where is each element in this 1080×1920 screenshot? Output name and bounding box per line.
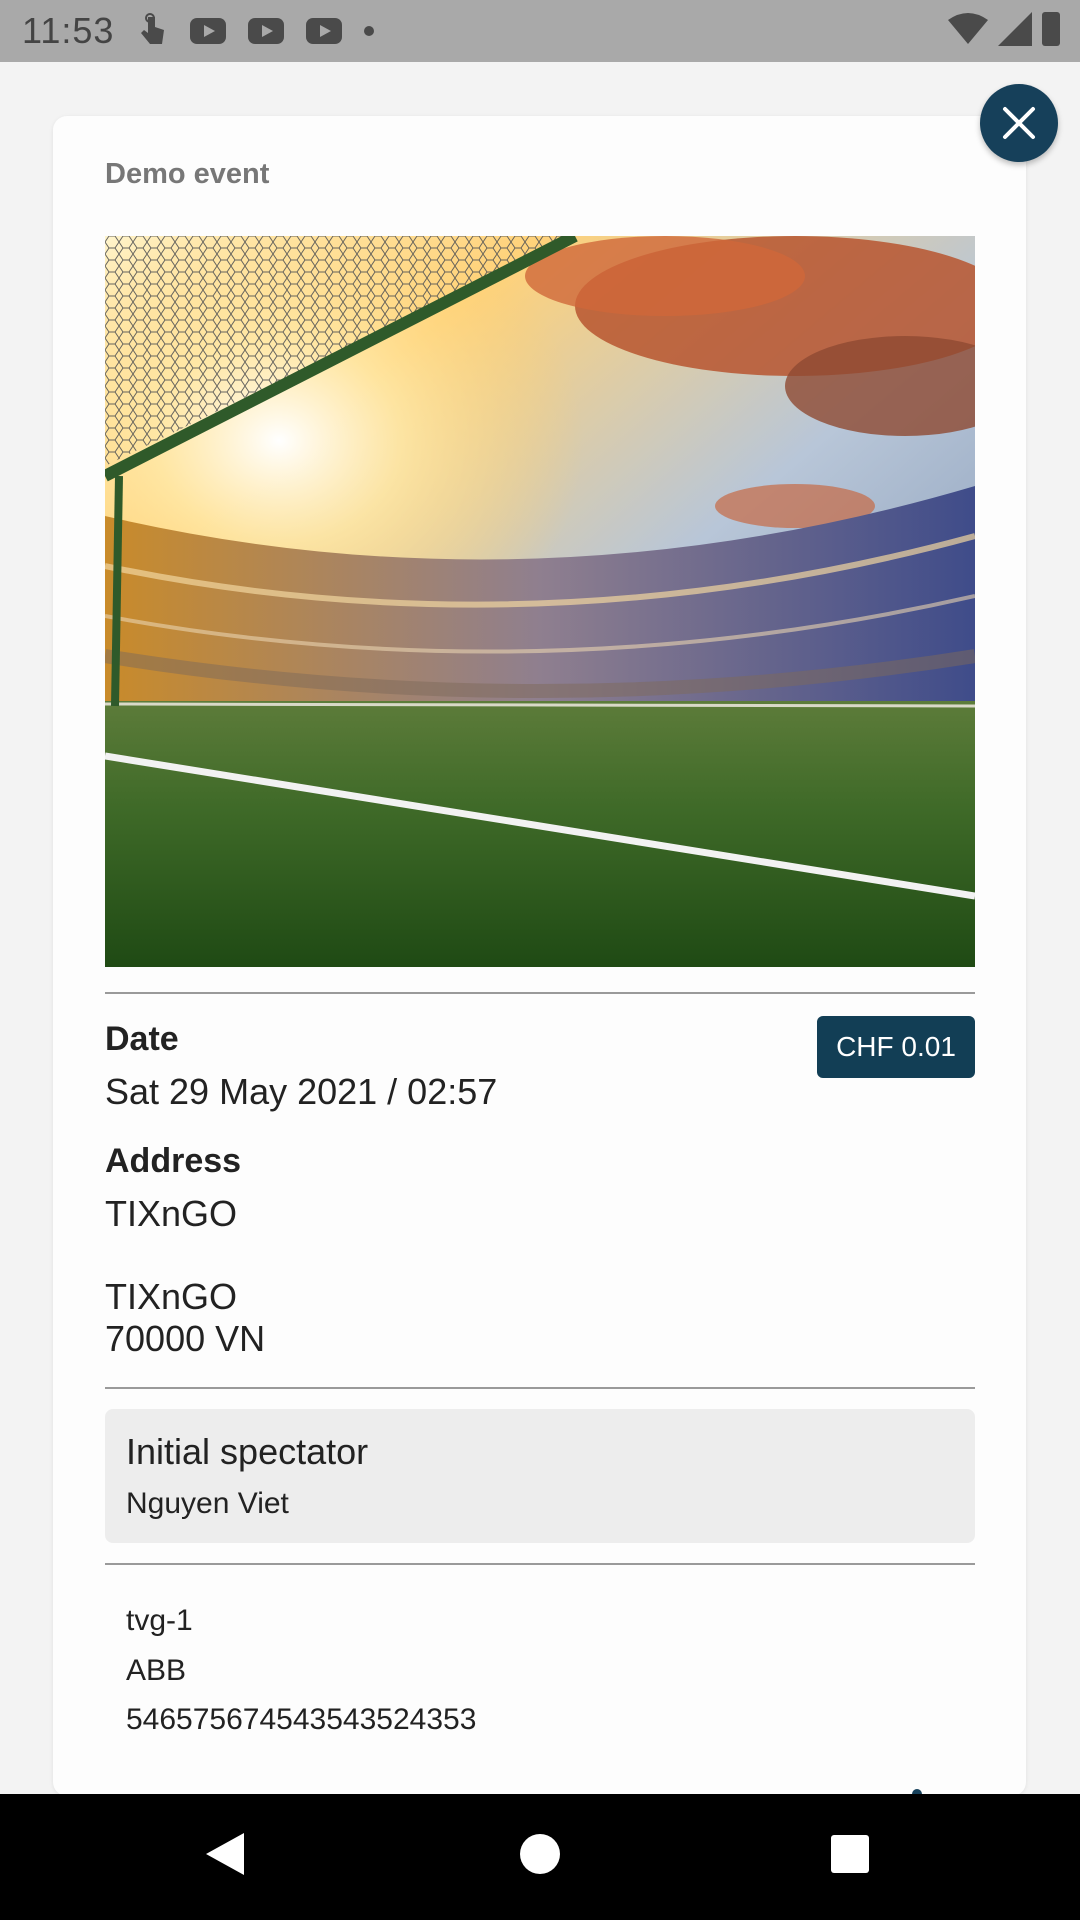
- divider: [105, 992, 975, 994]
- recents-icon: [831, 1835, 869, 1873]
- spectator-title: Initial spectator: [126, 1431, 369, 1472]
- address-label: Address: [105, 1142, 242, 1180]
- stadium-image: [105, 236, 975, 967]
- system-nav-bar: [0, 1794, 1080, 1920]
- youtube-icon: [306, 18, 343, 44]
- address-line-2: 70000 VN: [105, 1318, 266, 1359]
- youtube-icon: [190, 18, 227, 44]
- youtube-icon: [248, 18, 285, 44]
- system-icons: [948, 12, 1060, 46]
- dot-icon: [364, 26, 375, 36]
- ticket-line: 54657567454354352435​3: [126, 1703, 477, 1736]
- touch-icon: [141, 13, 165, 44]
- signal-icon: [998, 12, 1032, 46]
- price-badge: CHF 0.01: [817, 1016, 975, 1078]
- notification-icons: [138, 13, 375, 49]
- status-bar: 11:53: [0, 0, 1080, 62]
- close-icon: [1003, 107, 1035, 139]
- battery-icon: [1042, 12, 1060, 46]
- back-button[interactable]: [195, 1824, 255, 1884]
- address-name: TIXnGO: [105, 1193, 238, 1234]
- status-time: 11:53: [22, 10, 115, 51]
- close-button[interactable]: [980, 84, 1058, 162]
- event-title: Demo event: [105, 158, 270, 190]
- address-line-1: TIXnGO: [105, 1276, 238, 1317]
- spectator-name: Nguyen Viet: [126, 1487, 289, 1520]
- back-icon: [206, 1833, 244, 1875]
- date-label: Date: [105, 1020, 179, 1058]
- ticket-line: tvg-1: [126, 1604, 193, 1637]
- event-detail-card: Demo event Date Sat 29 May 2021 / 02:57 …: [53, 116, 1026, 1796]
- wifi-icon: [948, 13, 988, 44]
- date-value: Sat 29 May 2021 / 02:57: [105, 1071, 498, 1112]
- home-icon: [520, 1834, 560, 1874]
- stadium-illustration: [105, 236, 975, 967]
- spectator-panel: Initial spectator Nguyen Viet: [105, 1409, 975, 1543]
- recents-button[interactable]: [820, 1824, 880, 1884]
- ticket-line: ABB: [126, 1654, 187, 1687]
- divider: [105, 1563, 975, 1565]
- divider: [105, 1387, 975, 1389]
- home-button[interactable]: [510, 1824, 570, 1884]
